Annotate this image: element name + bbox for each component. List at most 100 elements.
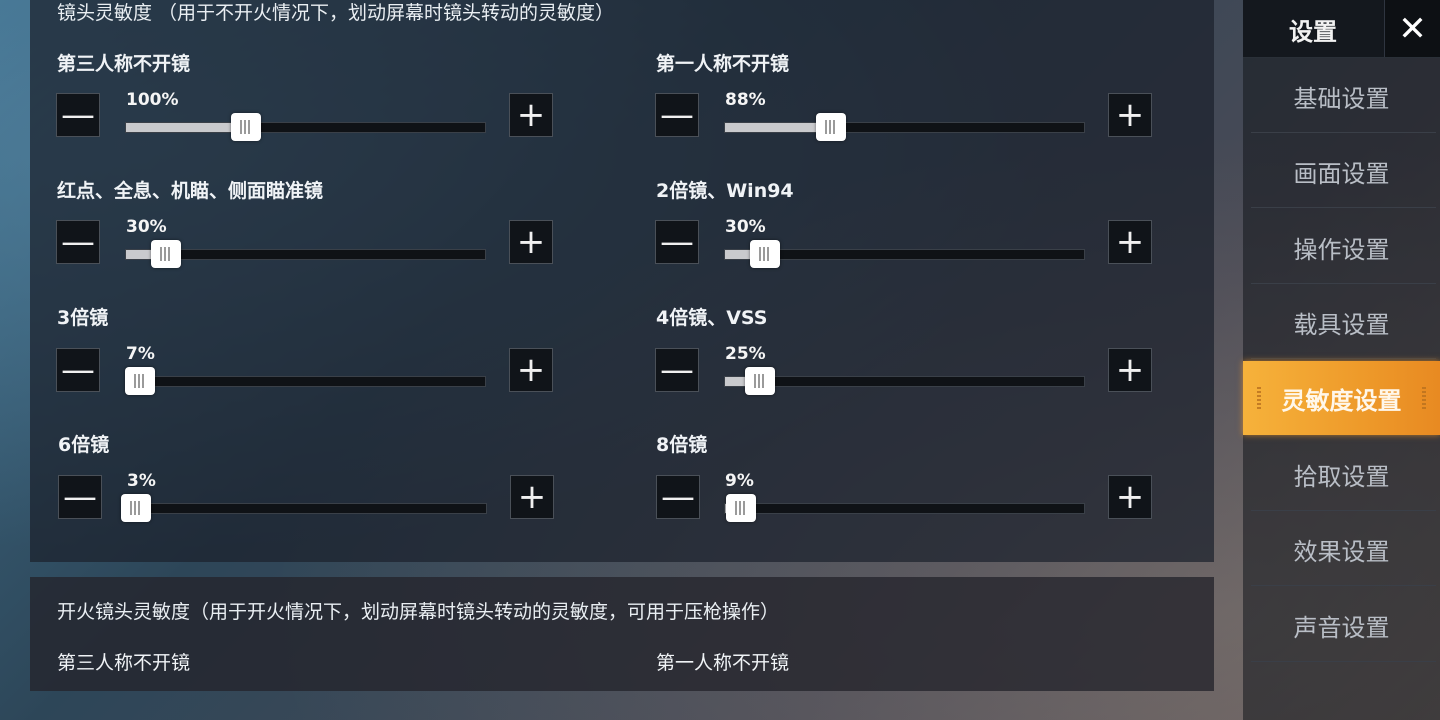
camera-sensitivity-panel: 镜头灵敏度 （用于不开火情况下，划动屏幕时镜头转动的灵敏度） bbox=[30, 0, 1214, 562]
slider-percent: 88% bbox=[725, 90, 766, 110]
grip-dots-right bbox=[1422, 387, 1426, 409]
grip-icon bbox=[130, 501, 143, 515]
plus-icon: + bbox=[516, 95, 546, 135]
increase-button[interactable]: + bbox=[509, 348, 553, 392]
sidebar-item-label: 拾取设置 bbox=[1293, 462, 1390, 491]
slider-track[interactable] bbox=[124, 367, 486, 395]
slider-label: 第一人称不开镜 bbox=[656, 652, 790, 674]
divider bbox=[1251, 283, 1436, 284]
slider-label: 第三人称不开镜 bbox=[57, 53, 191, 75]
sidebar-item-sensitivity[interactable]: 灵敏度设置 bbox=[1243, 361, 1440, 435]
grip-icon bbox=[160, 247, 173, 261]
decrease-button[interactable]: — bbox=[56, 348, 100, 392]
slider-thumb[interactable] bbox=[816, 113, 847, 141]
sidebar-item-effects[interactable]: 效果设置 bbox=[1243, 512, 1440, 586]
slider-percent: 100% bbox=[126, 90, 179, 110]
slider-thumb[interactable] bbox=[151, 240, 182, 268]
close-icon: ✕ bbox=[1398, 8, 1427, 49]
decrease-button[interactable]: — bbox=[56, 220, 100, 264]
sidebar-item-sound[interactable]: 声音设置 bbox=[1243, 588, 1440, 662]
slider-track[interactable] bbox=[724, 240, 1085, 268]
divider bbox=[1251, 585, 1436, 586]
divider bbox=[1251, 358, 1436, 359]
slider-percent: 25% bbox=[725, 344, 766, 364]
settings-title: 设置 bbox=[1289, 18, 1337, 46]
divider bbox=[1251, 207, 1436, 208]
section-title: 镜头灵敏度 （用于不开火情况下，划动屏幕时镜头转动的灵敏度） bbox=[57, 2, 615, 24]
increase-button[interactable]: + bbox=[510, 475, 554, 519]
decrease-button[interactable]: — bbox=[656, 475, 700, 519]
grip-icon bbox=[240, 120, 252, 134]
minus-icon: — bbox=[660, 222, 694, 262]
slider-thumb[interactable] bbox=[121, 494, 152, 522]
sidebar-item-label: 载具设置 bbox=[1293, 310, 1390, 339]
sidebar-item-basic[interactable]: 基础设置 bbox=[1243, 59, 1440, 133]
decrease-button[interactable]: — bbox=[56, 93, 100, 137]
slider-track[interactable] bbox=[724, 113, 1085, 141]
minus-icon: — bbox=[61, 350, 95, 390]
sidebar-item-label: 效果设置 bbox=[1293, 537, 1390, 566]
sidebar-item-graphics[interactable]: 画面设置 bbox=[1243, 134, 1440, 208]
slider-thumb[interactable] bbox=[726, 494, 757, 522]
sidebar-header: 设置 ✕ bbox=[1243, 0, 1440, 58]
slider-label: 红点、全息、机瞄、侧面瞄准镜 bbox=[57, 180, 324, 202]
grip-icon bbox=[825, 120, 838, 134]
grip-dots-left bbox=[1257, 387, 1261, 409]
slider-label: 第一人称不开镜 bbox=[656, 53, 790, 75]
slider-percent: 7% bbox=[126, 344, 155, 364]
close-button[interactable]: ✕ bbox=[1384, 0, 1440, 57]
section-title: 开火镜头灵敏度（用于开火情况下，划动屏幕时镜头转动的灵敏度，可用于压枪操作） bbox=[57, 601, 780, 623]
slider-track[interactable] bbox=[125, 240, 486, 268]
divider bbox=[1251, 661, 1436, 662]
sidebar-item-vehicle[interactable]: 载具设置 bbox=[1243, 285, 1440, 359]
minus-icon: — bbox=[63, 477, 97, 517]
increase-button[interactable]: + bbox=[1108, 93, 1152, 137]
decrease-button[interactable]: — bbox=[655, 93, 699, 137]
increase-button[interactable]: + bbox=[509, 220, 553, 264]
plus-icon: + bbox=[1115, 477, 1145, 517]
grip-icon bbox=[133, 374, 146, 388]
sidebar-item-label: 灵敏度设置 bbox=[1281, 386, 1402, 415]
minus-icon: — bbox=[661, 477, 695, 517]
decrease-button[interactable]: — bbox=[655, 348, 699, 392]
increase-button[interactable]: + bbox=[509, 93, 553, 137]
slider-percent: 30% bbox=[126, 217, 167, 237]
slider-track[interactable] bbox=[724, 367, 1085, 395]
slider-label: 8倍镜 bbox=[656, 434, 708, 456]
slider-thumb[interactable] bbox=[124, 367, 155, 395]
slider-thumb[interactable] bbox=[750, 240, 781, 268]
slider-label: 4倍镜、VSS bbox=[656, 307, 768, 329]
increase-button[interactable]: + bbox=[1108, 475, 1152, 519]
slider-label: 6倍镜 bbox=[58, 434, 110, 456]
slider-percent: 3% bbox=[127, 471, 156, 491]
plus-icon: + bbox=[516, 350, 546, 390]
plus-icon: + bbox=[517, 477, 547, 517]
decrease-button[interactable]: — bbox=[58, 475, 102, 519]
divider bbox=[1251, 510, 1436, 511]
slider-thumb[interactable] bbox=[231, 113, 261, 141]
plus-icon: + bbox=[1115, 95, 1145, 135]
grip-icon bbox=[753, 374, 766, 388]
minus-icon: — bbox=[660, 350, 694, 390]
slider-percent: 9% bbox=[725, 471, 754, 491]
slider-percent: 30% bbox=[725, 217, 766, 237]
grip-icon bbox=[759, 247, 772, 261]
sidebar-item-label: 画面设置 bbox=[1293, 159, 1390, 188]
slider-thumb[interactable] bbox=[744, 367, 775, 395]
slider-track[interactable] bbox=[724, 494, 1085, 522]
slider-track[interactable] bbox=[125, 113, 486, 141]
minus-icon: — bbox=[61, 222, 95, 262]
grip-icon bbox=[735, 501, 748, 515]
fire-sensitivity-panel: 开火镜头灵敏度（用于开火情况下，划动屏幕时镜头转动的灵敏度，可用于压枪操作） 第… bbox=[30, 577, 1214, 691]
minus-icon: — bbox=[660, 95, 694, 135]
plus-icon: + bbox=[516, 222, 546, 262]
settings-sidebar: 设置 ✕ 基础设置 画面设置 操作设置 载具设置 灵敏度设置 拾取设置 效果设置… bbox=[1243, 0, 1440, 720]
increase-button[interactable]: + bbox=[1108, 220, 1152, 264]
sidebar-item-controls[interactable]: 操作设置 bbox=[1243, 210, 1440, 284]
decrease-button[interactable]: — bbox=[655, 220, 699, 264]
slider-fill bbox=[126, 123, 246, 132]
divider bbox=[1251, 132, 1436, 133]
increase-button[interactable]: + bbox=[1108, 348, 1152, 392]
slider-track[interactable] bbox=[121, 494, 487, 522]
sidebar-item-pickup[interactable]: 拾取设置 bbox=[1243, 437, 1440, 511]
